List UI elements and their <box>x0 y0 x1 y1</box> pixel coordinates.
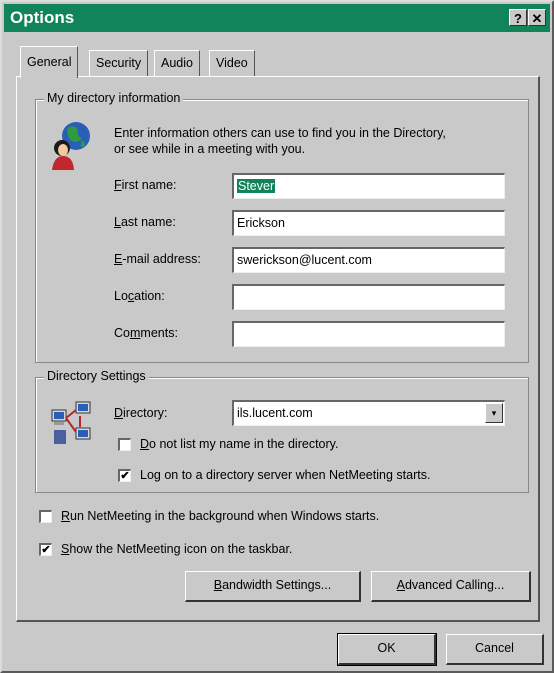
directory-label: Directory: <box>114 406 167 420</box>
email-label-text: -mail address: <box>122 252 201 266</box>
title-bar[interactable]: Options ? ✕ <box>4 4 550 32</box>
advanced-calling-button[interactable]: Advanced Calling... <box>371 571 531 602</box>
log-on-label: Log on to a directory server when NetMee… <box>140 468 430 482</box>
dropdown-arrow-icon[interactable]: ▾ <box>485 403 503 423</box>
log-on-label-pre: Lo <box>140 468 154 482</box>
check-mark-icon: ✔ <box>120 470 130 482</box>
last-name-label-accel: L <box>114 215 121 229</box>
comments-label-text: ments: <box>140 326 178 340</box>
run-background-checkbox[interactable] <box>39 510 52 523</box>
show-icon-label: Show the NetMeeting icon on the taskbar. <box>61 542 292 556</box>
email-field[interactable]: swerickson@lucent.com <box>232 247 505 273</box>
comments-label: Comments: <box>114 326 178 340</box>
bandwidth-button-text: andwidth Settings... <box>222 578 332 592</box>
network-computers-icon <box>51 401 91 444</box>
ok-button[interactable]: OK <box>337 633 437 666</box>
log-on-label-text: on to a directory server when NetMeeting… <box>160 468 431 482</box>
cancel-button[interactable]: Cancel <box>446 634 544 665</box>
do-not-list-checkbox[interactable] <box>118 438 131 451</box>
first-name-value: Stever <box>237 179 276 193</box>
window-title: Options <box>10 8 75 27</box>
run-background-label-accel: R <box>61 509 71 523</box>
comments-label-pre: Co <box>114 326 130 340</box>
tab-general[interactable]: General <box>20 46 79 78</box>
directory-label-accel: D <box>114 406 124 420</box>
tab-panel-general: My directory information Enter informati… <box>16 76 540 622</box>
log-on-label-accel: g <box>153 468 161 482</box>
location-field[interactable] <box>232 284 505 310</box>
first-name-label-accel: F <box>114 178 122 192</box>
comments-field[interactable] <box>232 321 505 347</box>
run-background-label: Run NetMeeting in the background when Wi… <box>61 509 379 523</box>
bandwidth-settings-button[interactable]: Bandwidth Settings... <box>185 571 361 602</box>
location-label: Location: <box>114 289 165 303</box>
tab-video[interactable]: Video <box>209 50 255 76</box>
help-button[interactable]: ? <box>509 9 527 26</box>
directory-select-value: ils.lucent.com <box>237 406 313 420</box>
options-dialog: Options ? ✕ General Security Audio Video… <box>0 0 554 673</box>
first-name-label: First name: <box>114 178 177 192</box>
do-not-list-label: Do not list my name in the directory. <box>140 437 338 451</box>
directory-description-line2: or see while in a meeting with you. <box>114 142 306 156</box>
run-background-label-text: un NetMeeting in the background when Win… <box>70 509 380 523</box>
directory-select[interactable]: ils.lucent.com ▾ <box>232 400 505 426</box>
advanced-button-accel: A <box>396 578 405 592</box>
comments-label-accel: m <box>129 326 141 340</box>
person-globe-icon <box>52 122 90 170</box>
directory-info-group-label: My directory information <box>44 91 184 105</box>
first-name-field[interactable]: Stever <box>232 173 505 199</box>
do-not-list-label-accel: D <box>140 437 150 451</box>
last-name-label: Last name: <box>114 215 176 229</box>
show-icon-label-text: how the NetMeeting icon on the taskbar. <box>69 542 293 556</box>
do-not-list-label-text: o not list my name in the directory. <box>149 437 339 451</box>
directory-settings-group: Directory Settings Directory: ils.lucent… <box>35 369 529 493</box>
first-name-label-text: irst name: <box>121 178 177 192</box>
directory-info-group: My directory information Enter informati… <box>35 91 529 363</box>
directory-label-text: irectory: <box>123 406 168 420</box>
email-label: E-mail address: <box>114 252 201 266</box>
tab-security[interactable]: Security <box>89 50 149 76</box>
directory-settings-group-label: Directory Settings <box>44 369 149 383</box>
tab-audio[interactable]: Audio <box>154 50 200 76</box>
location-label-pre: Lo <box>114 289 128 303</box>
last-name-field[interactable]: Erickson <box>232 210 505 236</box>
location-label-text: ation: <box>134 289 165 303</box>
directory-description-line1: Enter information others can use to find… <box>114 126 446 140</box>
check-mark-icon: ✔ <box>41 544 51 556</box>
show-icon-checkbox[interactable]: ✔ <box>39 543 52 556</box>
bandwidth-button-accel: B <box>213 578 223 592</box>
log-on-checkbox[interactable]: ✔ <box>118 469 131 482</box>
advanced-button-text: dvanced Calling... <box>404 578 505 592</box>
last-name-label-text: ast name: <box>120 215 176 229</box>
close-button[interactable]: ✕ <box>528 9 546 26</box>
